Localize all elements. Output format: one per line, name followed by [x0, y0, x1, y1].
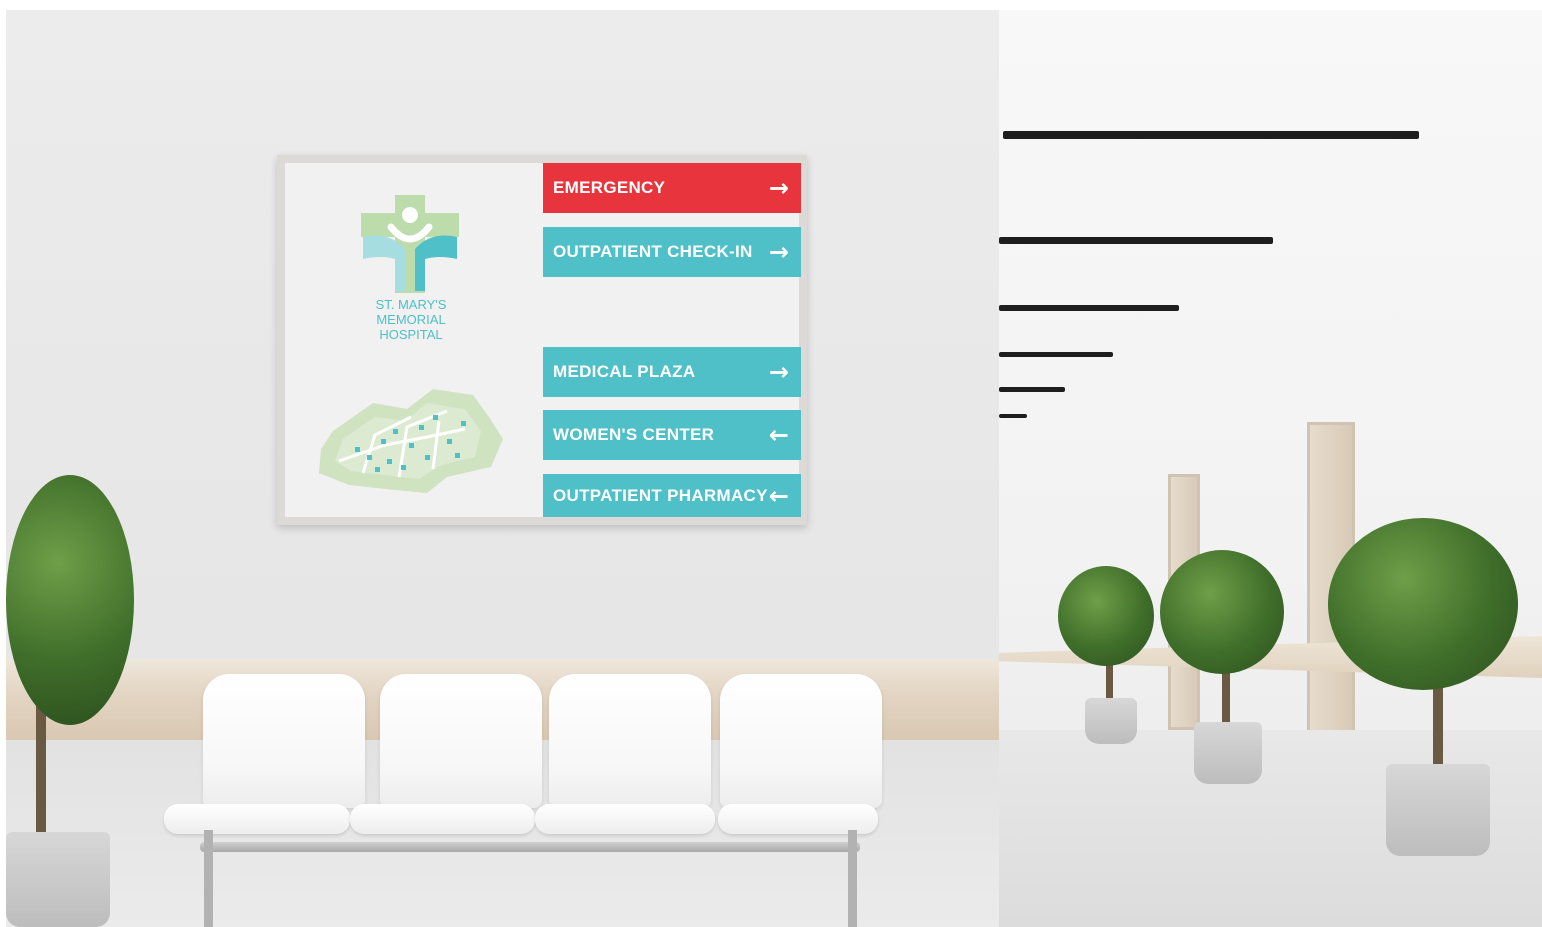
ceiling-light — [999, 387, 1065, 392]
arrow-left-icon: ← — [768, 421, 789, 449]
chair-seat-base — [535, 804, 715, 834]
bench-leg — [848, 830, 857, 927]
chair — [720, 674, 882, 808]
ceiling-light — [999, 414, 1027, 418]
chair — [203, 674, 365, 808]
direction-label: OUTPATIENT CHECK-IN — [553, 242, 753, 261]
plant-pot — [1194, 722, 1262, 784]
chair-seat-base — [164, 804, 350, 834]
hospital-name-line: HOSPITAL — [379, 327, 443, 342]
wayfinding-sign: ST. MARY'S MEMORIAL HOSPITAL EMERGENCY →… — [277, 155, 807, 525]
arrow-right-icon: → — [768, 238, 789, 266]
chair — [380, 674, 542, 808]
hospital-name: ST. MARY'S MEMORIAL HOSPITAL — [345, 297, 477, 342]
chair — [549, 674, 711, 808]
direction-label: EMERGENCY — [553, 178, 666, 197]
direction-label: WOMEN'S CENTER — [553, 425, 715, 444]
potted-plant — [1160, 550, 1284, 674]
arrow-right-icon: → — [768, 174, 789, 202]
hospital-name-line: ST. MARY'S — [375, 297, 447, 312]
ceiling-light — [1003, 131, 1419, 139]
bench-leg — [204, 830, 213, 927]
ceiling-light — [999, 305, 1179, 311]
direction-emergency: EMERGENCY → — [543, 163, 801, 213]
campus-map-icon — [319, 389, 503, 493]
arrow-left-icon: ← — [768, 481, 789, 510]
direction-medical-plaza: MEDICAL PLAZA → — [543, 347, 801, 397]
ceiling-light — [999, 352, 1113, 357]
sign-panel: ST. MARY'S MEMORIAL HOSPITAL EMERGENCY →… — [285, 163, 801, 517]
direction-outpatient-pharmacy: OUTPATIENT PHARMACY ← — [543, 474, 801, 517]
plant-pot — [1386, 764, 1490, 856]
hospital-cross-logo-icon — [361, 195, 459, 293]
potted-plant — [6, 475, 134, 725]
direction-label: MEDICAL PLAZA — [553, 362, 696, 381]
potted-plant — [1328, 518, 1518, 690]
ceiling-light — [999, 237, 1273, 244]
direction-label: OUTPATIENT PHARMACY — [553, 485, 768, 505]
hospital-name-line: MEMORIAL — [376, 312, 446, 327]
plant-pot — [6, 832, 110, 927]
bench-frame — [200, 842, 860, 852]
potted-plant — [1058, 566, 1154, 666]
direction-womens-center: WOMEN'S CENTER ← — [543, 410, 801, 460]
waiting-room-scene: ST. MARY'S MEMORIAL HOSPITAL EMERGENCY →… — [0, 0, 1542, 927]
chair-seat-base — [350, 804, 535, 834]
arrow-right-icon: → — [768, 358, 789, 386]
direction-outpatient-check-in: OUTPATIENT CHECK-IN → — [543, 227, 801, 277]
plant-pot — [1085, 698, 1137, 744]
